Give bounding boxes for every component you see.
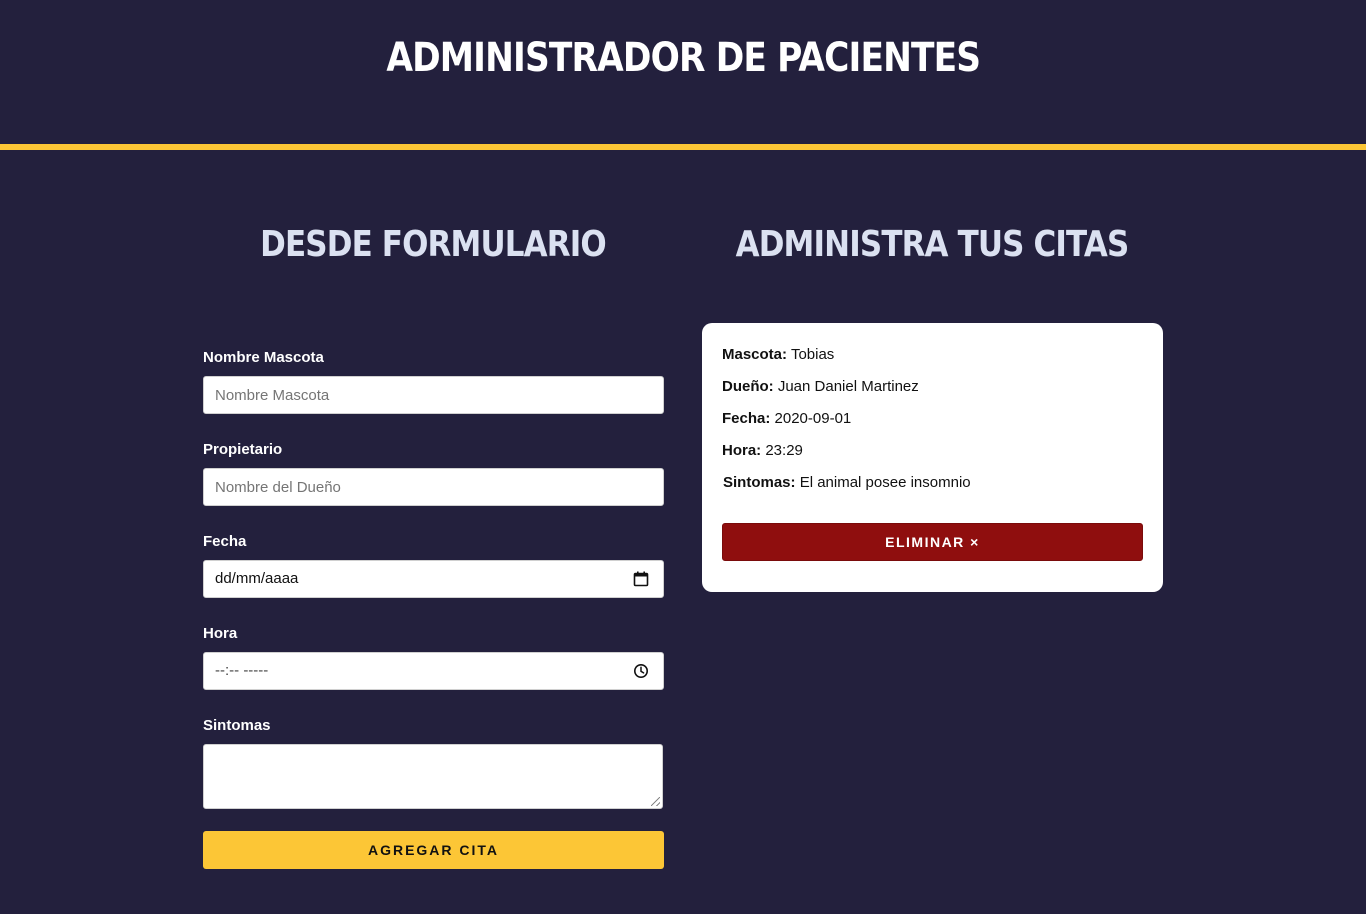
form-section-title: Desde Formulario — [260, 224, 606, 265]
owner-label: Propietario — [203, 441, 283, 458]
appointment-form: Nombre Mascota Propietario Fecha dd/mm/a… — [203, 348, 664, 869]
time-input[interactable]: --:-- ----- — [203, 652, 664, 690]
appointment-date: Fecha: 2020-09-01 — [722, 409, 1143, 441]
date-label: Fecha — [203, 533, 247, 550]
add-appointment-button[interactable]: Agregar Cita — [203, 831, 664, 869]
pet-name-field-wrapper — [203, 376, 664, 414]
clock-icon[interactable] — [633, 663, 649, 679]
time-key: Hora: — [722, 442, 762, 459]
symptoms-field-wrapper — [203, 744, 663, 809]
appointment-owner: Dueño: Juan Daniel Martinez — [722, 377, 1143, 409]
appointment-card: Mascota: Tobias Dueño: Juan Daniel Marti… — [702, 323, 1163, 592]
appointment-time: Hora: 23:29 — [722, 441, 1143, 473]
appointment-pet: Mascota: Tobias — [722, 345, 1143, 377]
owner-key: Dueño: — [722, 378, 774, 395]
appointments-section-title: Administra tus Citas — [735, 224, 1130, 265]
symptoms-textarea[interactable] — [204, 745, 662, 808]
owner-value: Juan Daniel Martinez — [777, 378, 919, 395]
pet-value: Tobias — [790, 346, 835, 363]
appointment-symptoms: Sintomas: El animal posee insomnio — [723, 473, 1143, 505]
symptoms-label: Sintomas — [203, 717, 271, 734]
symptoms-value: El animal posee insomnio — [799, 474, 971, 491]
pet-name-label: Nombre Mascota — [203, 349, 324, 366]
resize-handle-icon[interactable] — [651, 797, 660, 806]
owner-field-wrapper — [203, 468, 664, 506]
date-value: 2020-09-01 — [774, 410, 852, 427]
owner-name-input[interactable] — [204, 469, 663, 505]
symptoms-key: Sintomas: — [723, 474, 796, 491]
pet-key: Mascota: — [722, 346, 788, 363]
delete-appointment-button[interactable]: Eliminar × — [722, 523, 1143, 561]
date-input[interactable]: dd/mm/aaaa — [203, 560, 664, 598]
time-value: 23:29 — [765, 442, 803, 459]
page-title: Administrador de Pacientes — [386, 35, 981, 81]
time-label: Hora — [203, 625, 238, 642]
calendar-icon[interactable] — [633, 571, 649, 587]
time-input-value: --:-- ----- — [215, 662, 269, 679]
app-header: Administrador de Pacientes — [0, 0, 1366, 150]
date-key: Fecha: — [722, 410, 771, 427]
date-input-value: dd/mm/aaaa — [215, 570, 299, 587]
pet-name-input[interactable] — [204, 377, 663, 413]
